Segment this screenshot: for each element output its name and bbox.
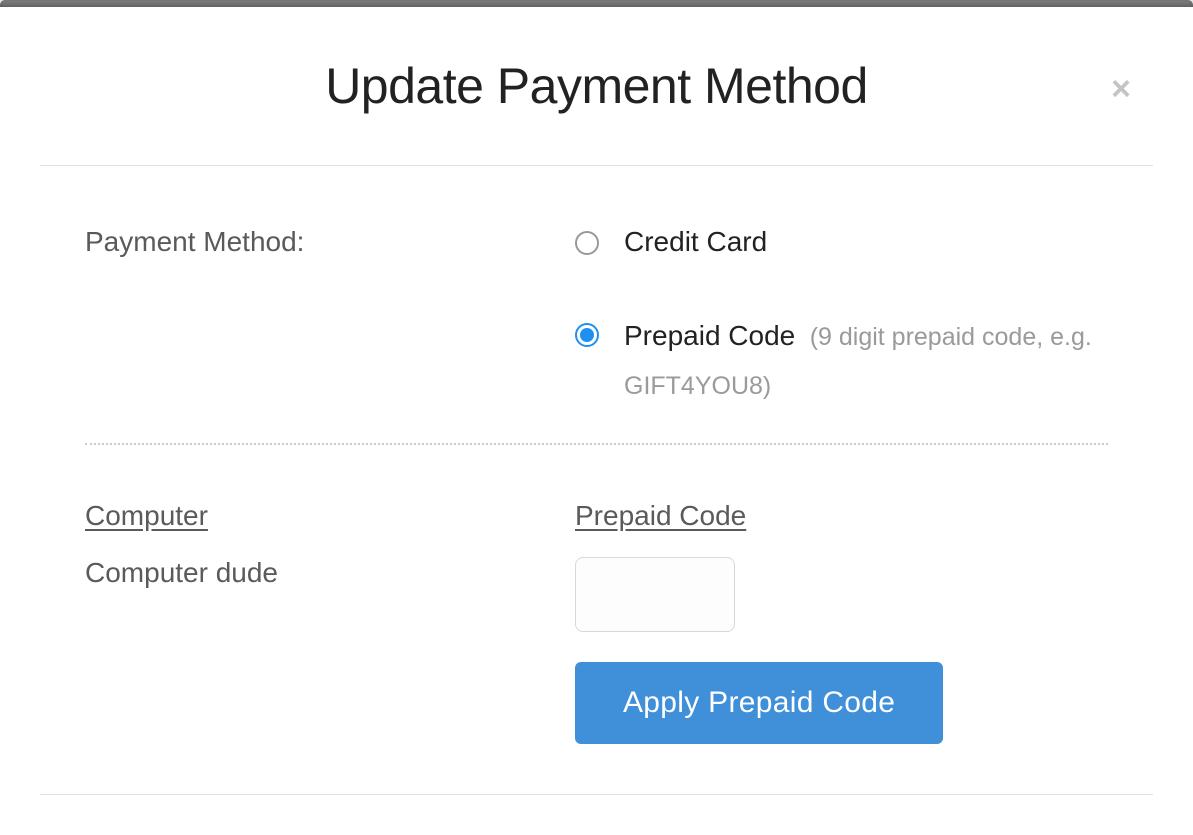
modal-overlay: Update Payment Method × Payment Method: …	[0, 0, 1193, 835]
radio-option-prepaid[interactable]: Prepaid Code (9 digit prepaid code, e.g.…	[575, 318, 1108, 403]
radio-prepaid[interactable]	[575, 323, 599, 347]
prepaid-code-section: Computer Computer dude Prepaid Code Appl…	[0, 445, 1193, 744]
modal-top-bar	[0, 0, 1193, 7]
radio-prepaid-label: Prepaid Code	[624, 320, 795, 351]
modal-title: Update Payment Method	[40, 57, 1153, 115]
computer-name-value: Computer dude	[85, 557, 575, 589]
radio-prepaid-hint1: (9 digit prepaid code, e.g.	[810, 323, 1092, 351]
update-payment-modal: Update Payment Method × Payment Method: …	[0, 0, 1193, 835]
prepaid-code-input[interactable]	[575, 557, 735, 632]
footer-divider	[40, 794, 1153, 795]
payment-method-section: Payment Method: Credit Card Prepaid Code…	[0, 166, 1193, 443]
radio-credit-card[interactable]	[575, 231, 599, 255]
close-icon[interactable]: ×	[1111, 72, 1131, 106]
payment-method-label: Payment Method:	[85, 226, 304, 257]
modal-header: Update Payment Method ×	[0, 7, 1193, 165]
radio-option-credit-card[interactable]: Credit Card	[575, 226, 1108, 258]
computer-column-header: Computer	[85, 500, 575, 532]
apply-prepaid-code-button[interactable]: Apply Prepaid Code	[575, 662, 943, 744]
radio-prepaid-hint2: GIFT4YOU8)	[624, 370, 1092, 403]
prepaid-code-column-header: Prepaid Code	[575, 500, 1108, 532]
radio-credit-card-label: Credit Card	[624, 226, 767, 258]
